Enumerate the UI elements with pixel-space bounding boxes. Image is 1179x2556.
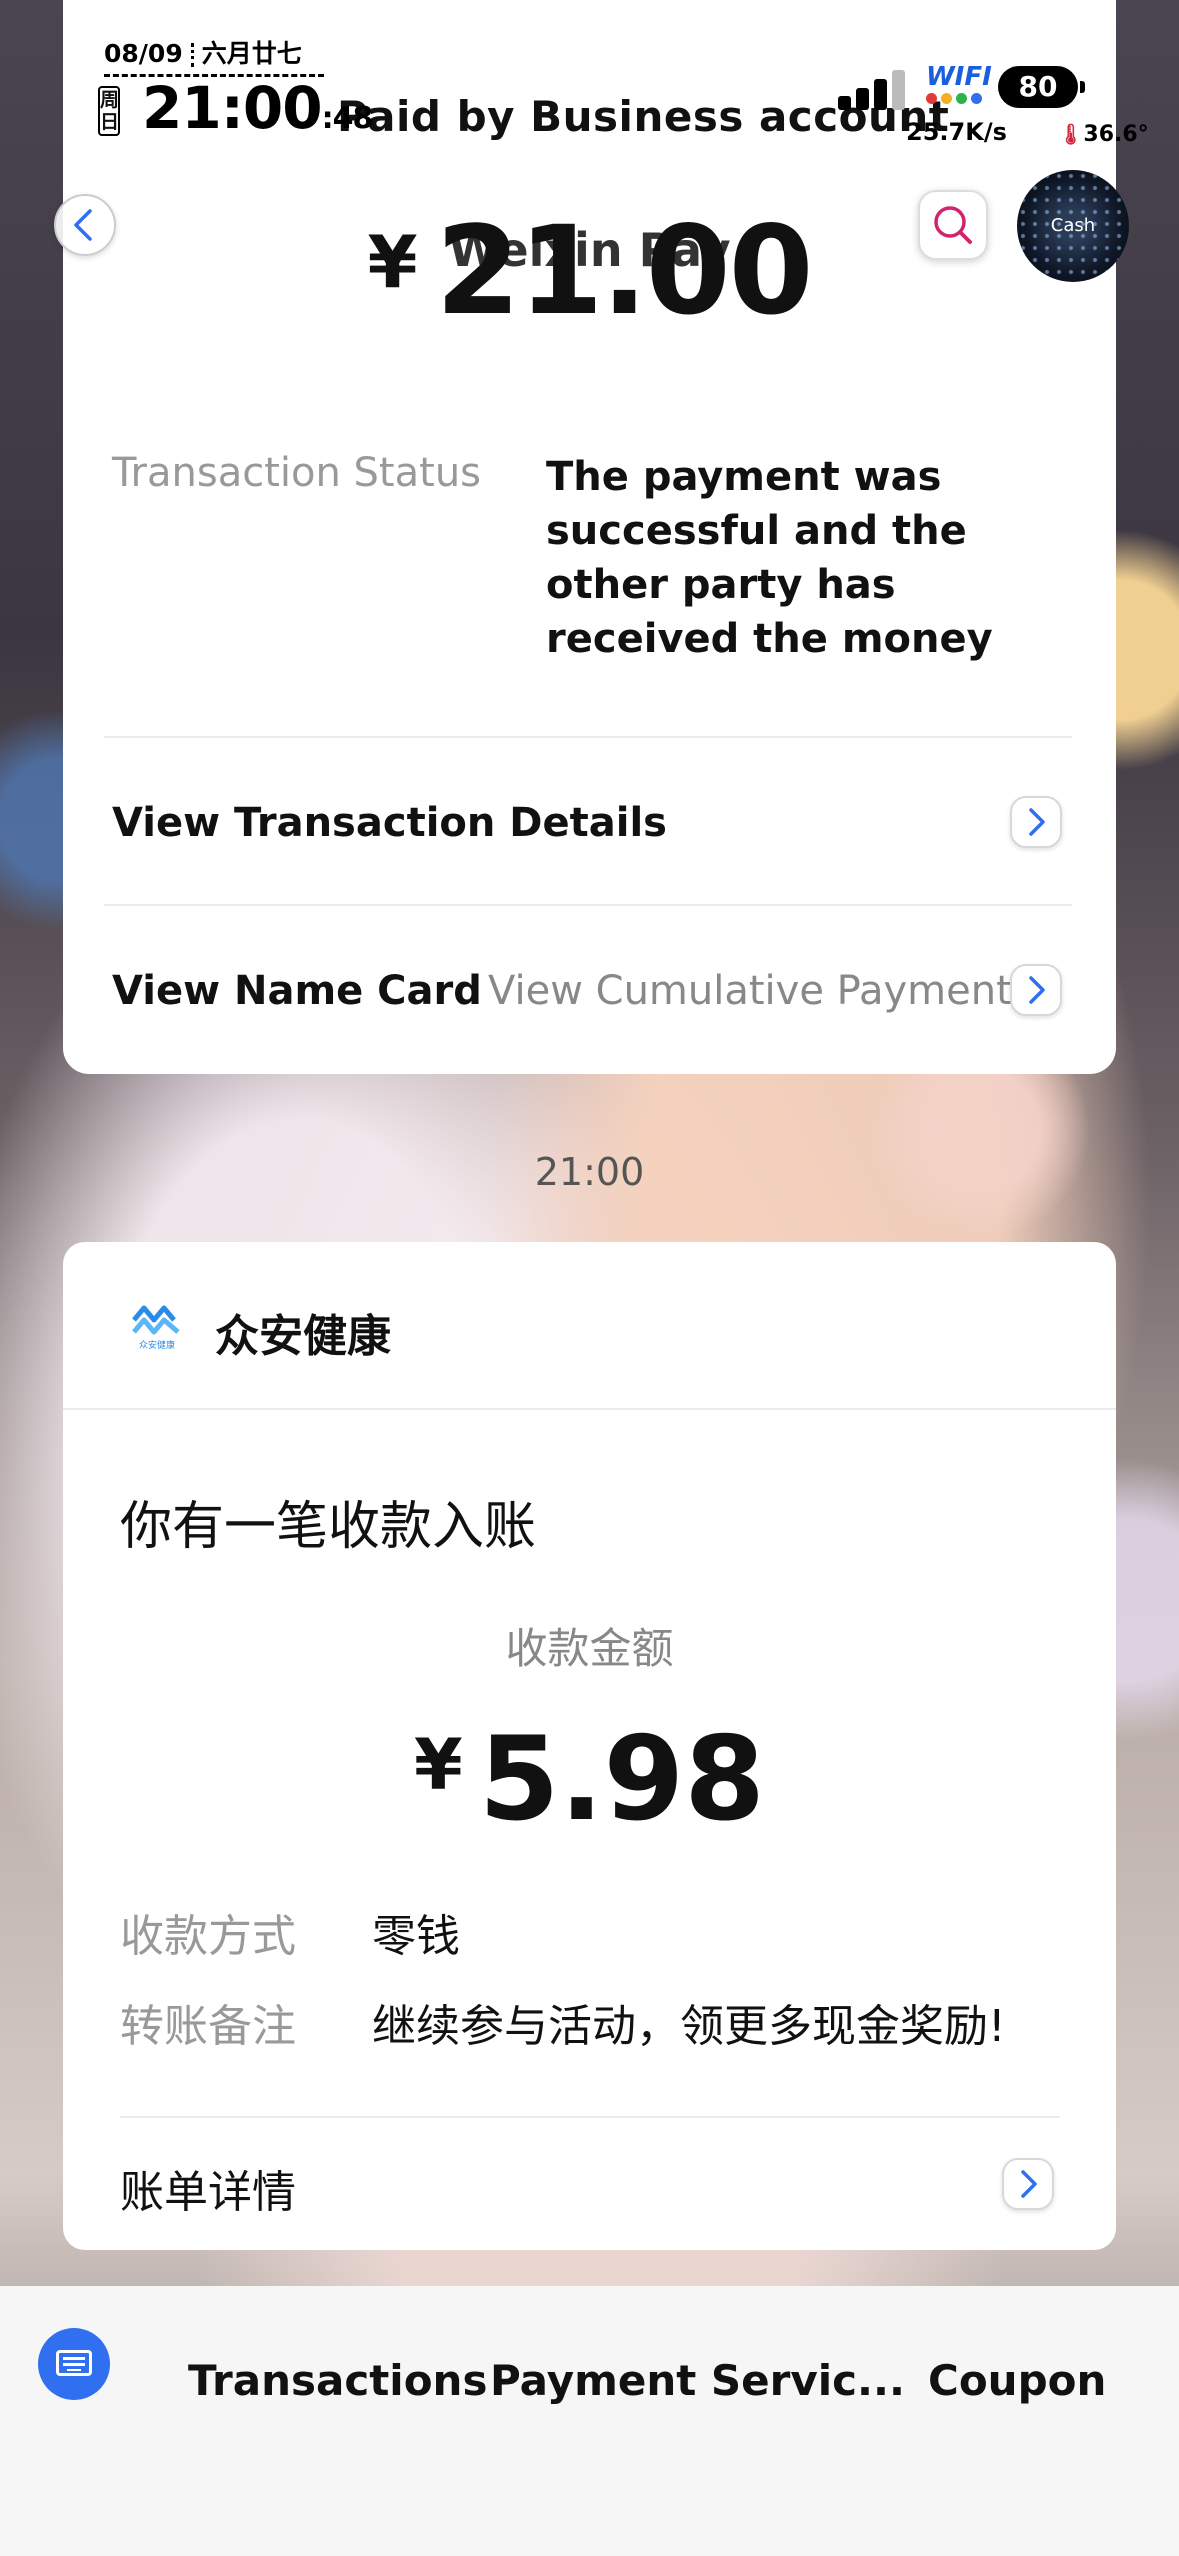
divider [104, 904, 1072, 906]
search-button[interactable] [918, 190, 988, 260]
notification-title: 你有一笔收款入账 [120, 1497, 537, 1557]
keyboard-button[interactable] [38, 2328, 110, 2400]
receive-method-row: 收款方式 零钱 [120, 1900, 460, 1964]
temperature: 🌡36.6° [1058, 122, 1149, 147]
transfer-remark-label: 转账备注 [120, 2001, 296, 2052]
clock-seconds: :48 [321, 101, 374, 136]
amount-value: 21.00 [435, 200, 814, 342]
net-speed: 25.7K/s [906, 118, 1007, 146]
transfer-remark-row: 转账备注 继续参与活动，领更多现金奖励! [120, 1990, 1006, 2054]
temperature-value: 36.6° [1083, 122, 1149, 147]
transfer-remark-value: 继续参与活动，领更多现金奖励! [372, 2001, 1006, 2052]
tab-payment-services[interactable]: Payment Servic... [490, 2356, 905, 2405]
message-timestamp: 21:00 [534, 1150, 645, 1194]
received-amount-label: 收款金额 [505, 1624, 674, 1673]
status-value: The payment was successful and the other… [546, 454, 993, 662]
weekday-badge: 周日 [98, 86, 120, 136]
divider [63, 1408, 1116, 1410]
bill-details-link[interactable]: 账单详情 [120, 2156, 296, 2220]
chevron-right-icon [1010, 796, 1062, 848]
lunar-date-text: 六月廿七 [201, 39, 302, 68]
signal-icon [838, 68, 908, 110]
keyboard-icon [56, 2350, 92, 2376]
chevron-right-icon[interactable] [1002, 2158, 1054, 2210]
bottom-menu-bar: Transactions Payment Servic... Coupon [0, 2286, 1179, 2556]
brand-name: 众安健康 [215, 1311, 391, 1362]
tab-coupon[interactable]: Coupon [928, 2356, 1106, 2405]
name-card-row[interactable]: View Name Card View Cumulative Payment [112, 950, 1072, 1030]
status-date: 08/09 六月廿七 [104, 34, 324, 77]
date-text: 08/09 [104, 39, 183, 68]
chevron-right-icon [1010, 964, 1062, 1016]
view-details-label: View Transaction Details [112, 800, 667, 846]
view-cumulative-payment-link[interactable]: View Cumulative Payment [488, 968, 1012, 1014]
currency-symbol: ¥ [367, 220, 418, 304]
view-name-card-link[interactable]: View Name Card [112, 968, 482, 1014]
receive-method-label: 收款方式 [120, 1911, 296, 1962]
receive-method-value: 零钱 [372, 1911, 460, 1962]
search-icon [934, 206, 972, 244]
svg-text:众安健康: 众安健康 [139, 1339, 175, 1351]
chevron-left-icon [74, 209, 92, 241]
tab-transactions[interactable]: Transactions [188, 2356, 487, 2405]
view-transaction-details-row[interactable]: View Transaction Details [112, 782, 1072, 862]
wifi-icon: WIFI [926, 62, 992, 104]
divider [120, 2116, 1060, 2118]
cash-widget[interactable]: Cash [1017, 170, 1129, 282]
currency-symbol: ¥ [414, 1724, 463, 1806]
received-amount: ¥5.98 [0, 1712, 1179, 1847]
divider [104, 736, 1072, 738]
wifi-label: WIFI [926, 62, 992, 92]
battery-icon: 80 [998, 66, 1085, 108]
clock-time: 21:00 [142, 74, 323, 142]
received-amount-value: 5.98 [478, 1712, 765, 1847]
status-label: Transaction Status [112, 450, 482, 496]
clock: 21:00:48 [142, 74, 374, 142]
status-bar: 08/09 六月廿七 周日 21:00:48 WIFI 25.7K/s 80 🌡3… [0, 0, 1179, 160]
cash-label: Cash [1050, 215, 1096, 236]
zhongan-logo-icon: 众安健康 [132, 1305, 180, 1351]
payment-amount: ¥21.00 [0, 200, 1179, 342]
thermometer-icon: 🌡 [1058, 122, 1084, 146]
back-button[interactable] [54, 194, 116, 256]
